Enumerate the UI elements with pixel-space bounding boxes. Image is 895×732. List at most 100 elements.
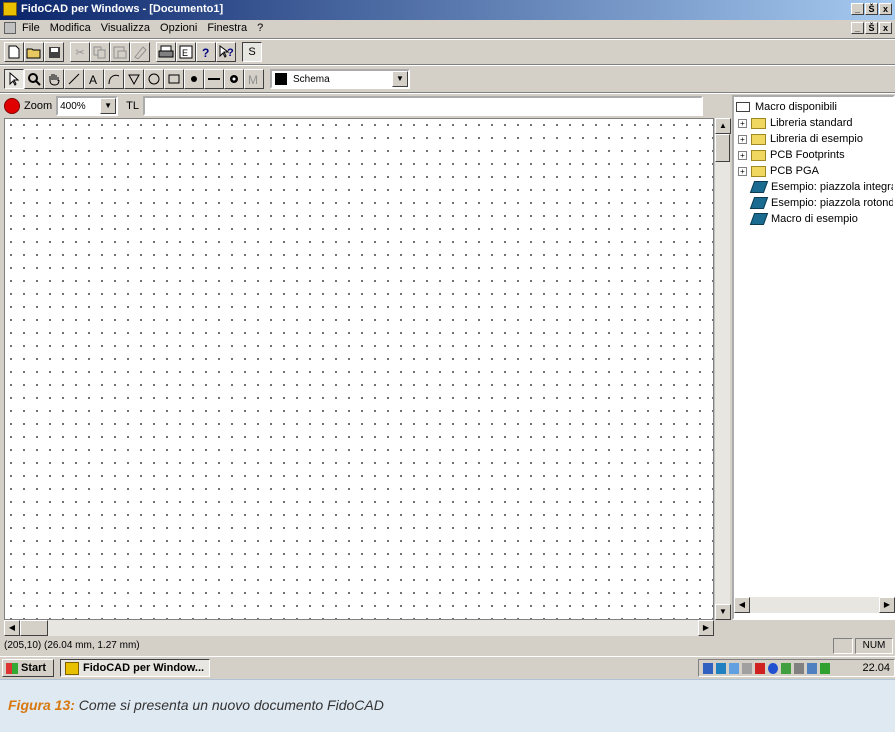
- tray-p-icon[interactable]: [755, 662, 765, 674]
- svg-text:A: A: [89, 73, 97, 86]
- connection-icon[interactable]: [184, 69, 204, 89]
- layer-select[interactable]: Schema ▼: [270, 69, 410, 89]
- tree-root[interactable]: Macro disponibili: [736, 99, 837, 115]
- scroll-right-icon[interactable]: ▶: [879, 597, 895, 613]
- scroll-down-icon[interactable]: ▼: [715, 604, 731, 620]
- text-icon[interactable]: A: [84, 69, 104, 89]
- macro-book-icon: [749, 213, 769, 225]
- chevron-down-icon[interactable]: ▼: [100, 98, 117, 114]
- tray-tool-icon[interactable]: [794, 662, 804, 674]
- tree-item-macro[interactable]: Esempio: piazzola rotonda gra: [749, 195, 893, 211]
- status-bar: (205,10) (26.04 mm, 1.27 mm) NUM: [0, 637, 895, 655]
- expand-icon[interactable]: +: [738, 118, 747, 128]
- scroll-up-icon[interactable]: ▲: [715, 118, 731, 134]
- canvas-horizontal-scrollbar[interactable]: ◀ ▶: [4, 620, 714, 636]
- start-button[interactable]: Start: [2, 659, 54, 677]
- maximize-button[interactable]: Š: [865, 3, 878, 15]
- polygon-icon[interactable]: [124, 69, 144, 89]
- svg-text:E: E: [182, 48, 188, 58]
- doc-close-button[interactable]: x: [879, 22, 892, 34]
- drawing-canvas[interactable]: [4, 118, 714, 620]
- paste-icon[interactable]: [110, 42, 130, 62]
- expand-icon[interactable]: +: [738, 134, 747, 144]
- layer-color-swatch: [275, 73, 287, 85]
- tray-signal-icon[interactable]: [820, 662, 830, 674]
- menu-opzioni[interactable]: Opzioni: [160, 22, 197, 34]
- document-icon[interactable]: [4, 22, 16, 34]
- open-icon[interactable]: [24, 42, 44, 62]
- tree-item-macro[interactable]: Macro di esempio: [749, 211, 858, 227]
- tray-mouse-icon[interactable]: [742, 662, 752, 674]
- new-icon[interactable]: [4, 42, 24, 62]
- num-lock-indicator: NUM: [855, 638, 893, 654]
- bezier-icon[interactable]: [104, 69, 124, 89]
- ellipse-icon[interactable]: [144, 69, 164, 89]
- menu-visualizza[interactable]: Visualizza: [101, 22, 150, 34]
- scroll-right-icon[interactable]: ▶: [698, 620, 714, 636]
- snap-button[interactable]: S: [242, 42, 262, 62]
- select-icon[interactable]: [4, 69, 24, 89]
- export-icon[interactable]: E: [176, 42, 196, 62]
- tray-speaker-icon[interactable]: [703, 662, 713, 674]
- tree-folder-pcb-footprints[interactable]: + PCB Footprints: [738, 147, 845, 163]
- tree-folder-pcb-pga[interactable]: + PCB PGA: [738, 163, 819, 179]
- menu-finestra[interactable]: Finestra: [207, 22, 247, 34]
- tray-network-icon[interactable]: [716, 662, 726, 674]
- pcb-pad-icon[interactable]: [224, 69, 244, 89]
- scroll-thumb[interactable]: [20, 620, 48, 636]
- tree-root-label: Macro disponibili: [755, 101, 837, 113]
- zoom-bar: Zoom 400% ▼ TL: [4, 95, 703, 117]
- menu-help[interactable]: ?: [257, 22, 263, 34]
- pcb-line-icon[interactable]: [204, 69, 224, 89]
- menu-modifica[interactable]: Modifica: [50, 22, 91, 34]
- help-icon[interactable]: ?: [196, 42, 216, 62]
- tl-label: TL: [126, 100, 139, 112]
- tree-folder-libreria-standard[interactable]: + Libreria standard: [738, 115, 853, 131]
- fidocad-app-icon[interactable]: [3, 2, 17, 16]
- tray-app-icon[interactable]: [729, 662, 739, 674]
- tree-folder-libreria-esempio[interactable]: + Libreria di esempio: [738, 131, 863, 147]
- zoom-label: Zoom: [24, 100, 53, 112]
- close-button[interactable]: x: [879, 3, 892, 15]
- tl-input[interactable]: [142, 96, 703, 116]
- expand-icon[interactable]: +: [738, 150, 747, 160]
- panel-horizontal-scrollbar[interactable]: ◀ ▶: [734, 597, 895, 613]
- chevron-down-icon[interactable]: ▼: [392, 71, 408, 87]
- record-icon[interactable]: [4, 98, 20, 114]
- tray-globe-icon[interactable]: [768, 662, 778, 674]
- document-controls: _ Š x: [851, 22, 892, 34]
- scroll-thumb[interactable]: [715, 134, 730, 162]
- rectangle-icon[interactable]: [164, 69, 184, 89]
- copy-icon[interactable]: [90, 42, 110, 62]
- scroll-left-icon[interactable]: ◀: [4, 620, 20, 636]
- doc-minimize-button[interactable]: _: [851, 22, 864, 34]
- window-title: FidoCAD per Windows - [Documento1]: [21, 3, 224, 15]
- zoom-select[interactable]: 400% ▼: [56, 96, 119, 116]
- svg-text:?: ?: [227, 47, 234, 59]
- menu-file[interactable]: File: [22, 22, 40, 34]
- tray-gear-icon[interactable]: [781, 662, 791, 674]
- folder-icon: [751, 149, 766, 161]
- line-icon[interactable]: [64, 69, 84, 89]
- zoom-divider: [0, 92, 895, 94]
- context-help-icon[interactable]: ?: [216, 42, 236, 62]
- tray-monitor-icon[interactable]: [807, 662, 817, 674]
- pan-icon[interactable]: [44, 69, 64, 89]
- doc-restore-button[interactable]: Š: [865, 22, 878, 34]
- zoom-icon[interactable]: [24, 69, 44, 89]
- minimize-button[interactable]: _: [851, 3, 864, 15]
- canvas-vertical-scrollbar[interactable]: ▲ ▼: [714, 118, 731, 620]
- macro-icon[interactable]: M: [244, 69, 264, 89]
- print-icon[interactable]: [156, 42, 176, 62]
- taskbar-app-label: FidoCAD per Window...: [83, 662, 205, 674]
- windows-logo-icon: [6, 662, 18, 674]
- cut-icon[interactable]: ✂: [70, 42, 90, 62]
- save-icon[interactable]: [44, 42, 64, 62]
- fidocad-app-icon: [65, 661, 79, 675]
- eraser-icon[interactable]: [130, 42, 150, 62]
- scroll-left-icon[interactable]: ◀: [734, 597, 750, 613]
- tree-item-macro[interactable]: Esempio: piazzola integrato gr: [749, 179, 893, 195]
- clock[interactable]: 22.04: [862, 662, 890, 674]
- expand-icon[interactable]: +: [738, 166, 747, 176]
- taskbar-app-button[interactable]: FidoCAD per Window...: [60, 659, 210, 677]
